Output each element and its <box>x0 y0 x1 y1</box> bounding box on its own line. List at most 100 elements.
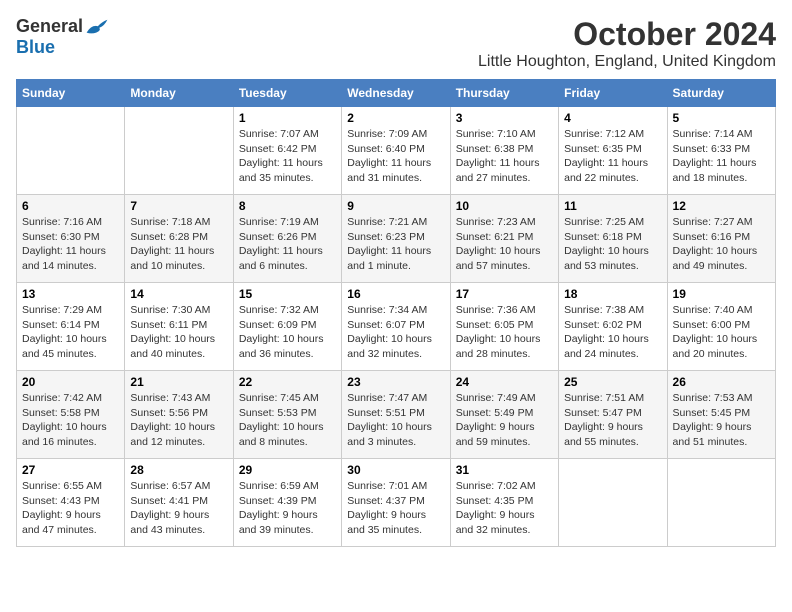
day-detail: Sunrise: 7:02 AM Sunset: 4:35 PM Dayligh… <box>456 479 553 538</box>
day-detail: Sunrise: 7:47 AM Sunset: 5:51 PM Dayligh… <box>347 391 444 450</box>
calendar-cell: 23Sunrise: 7:47 AM Sunset: 5:51 PM Dayli… <box>342 371 450 459</box>
day-detail: Sunrise: 7:32 AM Sunset: 6:09 PM Dayligh… <box>239 303 336 362</box>
calendar-cell: 17 Sunrise: 7:36 AM Sunset: 6:05 PM Dayli… <box>450 283 558 371</box>
day-detail: Sunrise: 7:21 AM Sunset: 6:23 PM Dayligh… <box>347 215 444 274</box>
calendar-cell: 11Sunrise: 7:25 AM Sunset: 6:18 PM Dayli… <box>559 195 667 283</box>
day-detail: Sunrise: 7:23 AM Sunset: 6:21 PM Dayligh… <box>456 215 553 274</box>
calendar-week-row: 13 Sunrise: 7:29 AM Sunset: 6:14 PM Dayli… <box>17 283 776 371</box>
day-number: 17 <box>456 287 553 301</box>
calendar-cell: 10 Sunrise: 7:23 AM Sunset: 6:21 PM Dayli… <box>450 195 558 283</box>
calendar-cell: 12 Sunrise: 7:27 AM Sunset: 6:16 PM Dayli… <box>667 195 775 283</box>
day-detail: Sunrise: 6:57 AM Sunset: 4:41 PM Dayligh… <box>130 479 227 538</box>
day-number: 4 <box>564 111 661 125</box>
day-number: 6 <box>22 199 119 213</box>
day-detail: Sunrise: 7:34 AM Sunset: 6:07 PM Dayligh… <box>347 303 444 362</box>
day-number: 14 <box>130 287 227 301</box>
calendar-cell: 22 Sunrise: 7:45 AM Sunset: 5:53 PM Dayli… <box>233 371 341 459</box>
day-number: 27 <box>22 463 119 477</box>
day-detail: Sunrise: 7:16 AM Sunset: 6:30 PM Dayligh… <box>22 215 119 274</box>
day-number: 10 <box>456 199 553 213</box>
calendar-cell: 27 Sunrise: 6:55 AM Sunset: 4:43 PM Dayli… <box>17 459 125 547</box>
day-detail: Sunrise: 7:29 AM Sunset: 6:14 PM Dayligh… <box>22 303 119 362</box>
calendar-cell: 31 Sunrise: 7:02 AM Sunset: 4:35 PM Dayli… <box>450 459 558 547</box>
day-number: 25 <box>564 375 661 389</box>
calendar-body: 1Sunrise: 7:07 AM Sunset: 6:42 PM Daylig… <box>17 107 776 547</box>
calendar-cell: 4 Sunrise: 7:12 AM Sunset: 6:35 PM Daylig… <box>559 107 667 195</box>
calendar-cell <box>125 107 233 195</box>
day-detail: Sunrise: 7:42 AM Sunset: 5:58 PM Dayligh… <box>22 391 119 450</box>
day-detail: Sunrise: 7:27 AM Sunset: 6:16 PM Dayligh… <box>673 215 770 274</box>
calendar-cell: 6 Sunrise: 7:16 AM Sunset: 6:30 PM Daylig… <box>17 195 125 283</box>
month-title: October 2024 <box>478 16 776 53</box>
day-number: 9 <box>347 199 444 213</box>
calendar-day-header: Monday <box>125 80 233 107</box>
calendar-cell: 28 Sunrise: 6:57 AM Sunset: 4:41 PM Dayli… <box>125 459 233 547</box>
calendar-day-header: Thursday <box>450 80 558 107</box>
calendar-day-header: Saturday <box>667 80 775 107</box>
day-number: 28 <box>130 463 227 477</box>
day-number: 11 <box>564 199 661 213</box>
day-number: 21 <box>130 375 227 389</box>
page-header: General Blue October 2024 Little Houghto… <box>16 16 776 71</box>
day-detail: Sunrise: 7:53 AM Sunset: 5:45 PM Dayligh… <box>673 391 770 450</box>
day-detail: Sunrise: 7:40 AM Sunset: 6:00 PM Dayligh… <box>673 303 770 362</box>
day-detail: Sunrise: 6:59 AM Sunset: 4:39 PM Dayligh… <box>239 479 336 538</box>
day-number: 3 <box>456 111 553 125</box>
calendar-cell: 25 Sunrise: 7:51 AM Sunset: 5:47 PM Dayli… <box>559 371 667 459</box>
calendar-cell: 9 Sunrise: 7:21 AM Sunset: 6:23 PM Daylig… <box>342 195 450 283</box>
calendar-day-header: Sunday <box>17 80 125 107</box>
day-number: 7 <box>130 199 227 213</box>
logo-general-text: General <box>16 16 83 37</box>
day-detail: Sunrise: 7:19 AM Sunset: 6:26 PM Dayligh… <box>239 215 336 274</box>
calendar-day-header: Friday <box>559 80 667 107</box>
day-number: 22 <box>239 375 336 389</box>
day-detail: Sunrise: 7:30 AM Sunset: 6:11 PM Dayligh… <box>130 303 227 362</box>
day-detail: Sunrise: 7:01 AM Sunset: 4:37 PM Dayligh… <box>347 479 444 538</box>
day-detail: Sunrise: 7:43 AM Sunset: 5:56 PM Dayligh… <box>130 391 227 450</box>
calendar-cell: 5Sunrise: 7:14 AM Sunset: 6:33 PM Daylig… <box>667 107 775 195</box>
day-number: 8 <box>239 199 336 213</box>
calendar-cell: 7 Sunrise: 7:18 AM Sunset: 6:28 PM Daylig… <box>125 195 233 283</box>
calendar-cell: 1Sunrise: 7:07 AM Sunset: 6:42 PM Daylig… <box>233 107 341 195</box>
day-number: 15 <box>239 287 336 301</box>
day-number: 24 <box>456 375 553 389</box>
day-number: 26 <box>673 375 770 389</box>
day-detail: Sunrise: 7:12 AM Sunset: 6:35 PM Dayligh… <box>564 127 661 186</box>
day-detail: Sunrise: 7:07 AM Sunset: 6:42 PM Dayligh… <box>239 127 336 186</box>
day-detail: Sunrise: 7:49 AM Sunset: 5:49 PM Dayligh… <box>456 391 553 450</box>
day-number: 31 <box>456 463 553 477</box>
day-number: 2 <box>347 111 444 125</box>
day-number: 13 <box>22 287 119 301</box>
logo: General Blue <box>16 16 109 58</box>
calendar-cell: 24 Sunrise: 7:49 AM Sunset: 5:49 PM Dayli… <box>450 371 558 459</box>
day-detail: Sunrise: 7:10 AM Sunset: 6:38 PM Dayligh… <box>456 127 553 186</box>
day-number: 29 <box>239 463 336 477</box>
calendar-cell: 21 Sunrise: 7:43 AM Sunset: 5:56 PM Dayli… <box>125 371 233 459</box>
calendar-day-header: Wednesday <box>342 80 450 107</box>
day-number: 30 <box>347 463 444 477</box>
day-detail: Sunrise: 7:18 AM Sunset: 6:28 PM Dayligh… <box>130 215 227 274</box>
calendar-cell: 20 Sunrise: 7:42 AM Sunset: 5:58 PM Dayli… <box>17 371 125 459</box>
day-detail: Sunrise: 7:14 AM Sunset: 6:33 PM Dayligh… <box>673 127 770 186</box>
calendar-cell: 15 Sunrise: 7:32 AM Sunset: 6:09 PM Dayli… <box>233 283 341 371</box>
calendar-cell: 29 Sunrise: 6:59 AM Sunset: 4:39 PM Dayli… <box>233 459 341 547</box>
logo-bird-icon <box>85 18 109 36</box>
calendar-header-row: SundayMondayTuesdayWednesdayThursdayFrid… <box>17 80 776 107</box>
day-number: 18 <box>564 287 661 301</box>
calendar-cell: 16Sunrise: 7:34 AM Sunset: 6:07 PM Dayli… <box>342 283 450 371</box>
calendar-week-row: 20 Sunrise: 7:42 AM Sunset: 5:58 PM Dayli… <box>17 371 776 459</box>
calendar-cell <box>559 459 667 547</box>
day-detail: Sunrise: 7:51 AM Sunset: 5:47 PM Dayligh… <box>564 391 661 450</box>
day-number: 12 <box>673 199 770 213</box>
calendar-cell <box>667 459 775 547</box>
calendar-table: SundayMondayTuesdayWednesdayThursdayFrid… <box>16 79 776 547</box>
location-title: Little Houghton, England, United Kingdom <box>478 53 776 71</box>
calendar-cell: 2Sunrise: 7:09 AM Sunset: 6:40 PM Daylig… <box>342 107 450 195</box>
calendar-cell: 19Sunrise: 7:40 AM Sunset: 6:00 PM Dayli… <box>667 283 775 371</box>
day-detail: Sunrise: 6:55 AM Sunset: 4:43 PM Dayligh… <box>22 479 119 538</box>
day-detail: Sunrise: 7:45 AM Sunset: 5:53 PM Dayligh… <box>239 391 336 450</box>
calendar-cell: 26 Sunrise: 7:53 AM Sunset: 5:45 PM Dayli… <box>667 371 775 459</box>
day-number: 20 <box>22 375 119 389</box>
logo-blue-text: Blue <box>16 37 55 58</box>
day-detail: Sunrise: 7:36 AM Sunset: 6:05 PM Dayligh… <box>456 303 553 362</box>
